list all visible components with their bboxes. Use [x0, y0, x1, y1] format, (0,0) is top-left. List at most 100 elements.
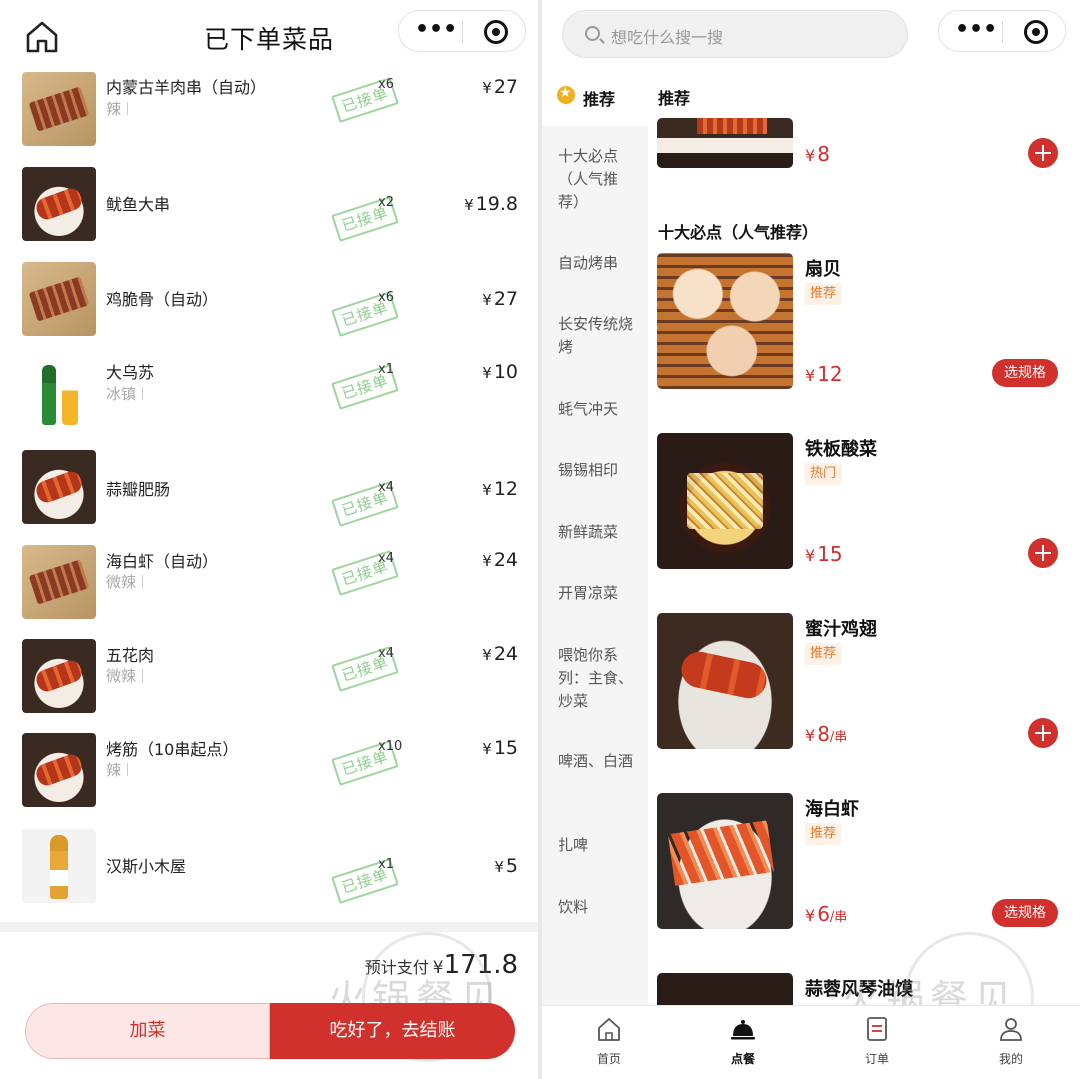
dish-tag: 推荐	[805, 283, 842, 305]
item-name: 鸡脆骨（自动）	[106, 290, 219, 309]
item-name: 烤筋（10串起点）	[106, 740, 239, 759]
item-qty: x10	[378, 739, 403, 754]
search-icon	[585, 26, 600, 41]
capsule-divider	[462, 21, 463, 43]
tab-home[interactable]: 首页	[542, 1006, 676, 1079]
search-input[interactable]: 想吃什么搜一搜	[562, 10, 908, 58]
item-name: 鱿鱼大串	[106, 195, 171, 214]
ordered-item: 内蒙古羊肉串（自动） 辣 已接单 x6 ¥27	[0, 70, 538, 162]
tab-mine[interactable]: 我的	[944, 1006, 1078, 1079]
ordered-item: 烤筋（10串起点） 辣 已接单 x10 ¥15	[0, 733, 538, 825]
category-item[interactable]: 喂饱你系列：主食、炒菜	[558, 644, 638, 713]
bottom-tab-bar: 首页 点餐 订单 我的	[542, 1005, 1080, 1079]
category-item[interactable]: 蚝气冲天	[558, 398, 638, 421]
ordered-item: 鱿鱼大串 已接单 x2 ¥19.8	[0, 165, 538, 257]
category-item[interactable]: 饮料	[558, 896, 638, 919]
category-item[interactable]: 锡锡相印	[558, 459, 638, 482]
tab-label: 首页	[596, 1052, 621, 1066]
more-icon[interactable]: •••	[955, 19, 997, 43]
select-spec-button[interactable]: 选规格	[992, 359, 1058, 387]
add-to-cart-button[interactable]	[1028, 538, 1058, 568]
tab-orders[interactable]: 订单	[810, 1006, 944, 1079]
section-title: 推荐	[658, 89, 691, 108]
category-item[interactable]: 开胃凉菜	[558, 582, 638, 605]
dish-image[interactable]	[657, 793, 793, 929]
ordered-item: 五花肉 微辣 已接单 x4 ¥24	[0, 639, 538, 731]
menu-screen: 想吃什么搜一搜 ••• 推荐 十大必点（人气推荐） 自动烤串 长安传统烧烤 蚝气…	[542, 0, 1080, 1079]
dish-price: ¥8	[805, 142, 830, 166]
item-qty: x6	[378, 77, 394, 92]
item-name: 五花肉	[106, 646, 155, 665]
user-icon	[1000, 1018, 1022, 1041]
item-name: 海白虾（自动）	[106, 552, 219, 571]
ordered-list: 内蒙古羊肉串（自动） 辣 已接单 x6 ¥27 鱿鱼大串 已接单 x2 ¥19.…	[0, 70, 538, 925]
dish-image[interactable]	[657, 433, 793, 569]
dish-tag: 推荐	[805, 643, 842, 665]
item-price: ¥24	[482, 549, 518, 571]
dish-thumbnail	[22, 357, 96, 431]
tab-label: 点餐	[730, 1052, 755, 1066]
dish-thumbnail	[22, 262, 96, 336]
item-price: ¥5	[494, 855, 518, 877]
close-target-icon[interactable]	[484, 20, 508, 44]
ordered-item: 海白虾（自动） 微辣 已接单 x4 ¥24	[0, 545, 538, 637]
add-to-cart-button[interactable]	[1028, 718, 1058, 748]
category-item[interactable]: 新鲜蔬菜	[558, 521, 638, 544]
item-name: 汉斯小木屋	[106, 857, 187, 876]
category-item[interactable]: 扎啤	[558, 834, 638, 857]
search-placeholder: 想吃什么搜一搜	[611, 28, 724, 47]
dish-name: 扇贝	[805, 259, 841, 280]
dish-image[interactable]	[657, 613, 793, 749]
add-dish-button[interactable]: 加菜	[25, 1003, 270, 1059]
dish-image[interactable]	[657, 973, 793, 1007]
dish-list: 推荐 ¥8 十大必点（人气推荐） 扇贝 推荐 ¥12 选规格 铁板酸菜 热门 ¥…	[648, 72, 1080, 1007]
dish-tag: 推荐	[805, 823, 842, 845]
dish-price: ¥6/串	[805, 902, 848, 926]
item-qty: x4	[378, 551, 394, 566]
header: 想吃什么搜一搜 •••	[542, 0, 1080, 72]
star-icon	[557, 85, 575, 104]
dish-name: 蜜汁鸡翅	[805, 619, 877, 640]
checkout-button[interactable]: 吃好了，去结账	[270, 1003, 515, 1059]
item-price: ¥15	[482, 737, 518, 759]
add-to-cart-button[interactable]	[1028, 138, 1058, 168]
dish-image	[657, 118, 793, 168]
item-qty: x6	[378, 290, 394, 305]
dish-thumbnail	[22, 545, 96, 619]
close-target-icon[interactable]	[1024, 20, 1048, 44]
item-option: 辣	[106, 98, 129, 119]
dish-image[interactable]	[657, 253, 793, 389]
ordered-item: 蒜瓣肥肠 已接单 x4 ¥12	[0, 450, 538, 542]
mini-program-capsule: •••	[938, 10, 1066, 52]
ordered-items-screen: 已下单菜品 ••• 内蒙古羊肉串（自动） 辣 已接单 x6 ¥27 鱿鱼大串 已…	[0, 0, 538, 1079]
category-item[interactable]: 啤酒、白酒	[558, 750, 638, 773]
item-option: 微辣	[106, 571, 144, 592]
dish-tag: 热门	[805, 463, 842, 485]
item-qty: x1	[378, 857, 394, 872]
item-price: ¥27	[482, 288, 518, 310]
dish-name: 海白虾	[805, 799, 859, 820]
header: 已下单菜品 •••	[0, 0, 538, 70]
dish-price: ¥12	[805, 362, 843, 386]
item-option: 辣	[106, 759, 129, 780]
dish-name: 铁板酸菜	[805, 439, 877, 460]
dish-thumbnail	[22, 450, 96, 524]
item-qty: x4	[378, 646, 394, 661]
item-qty: x1	[378, 362, 394, 377]
more-icon[interactable]: •••	[415, 19, 457, 43]
item-option: 微辣	[106, 665, 144, 686]
capsule-divider	[1002, 21, 1003, 43]
action-buttons: 加菜 吃好了，去结账	[25, 1003, 515, 1059]
category-item[interactable]: 自动烤串	[558, 252, 638, 275]
mini-program-capsule: •••	[398, 10, 526, 52]
select-spec-button[interactable]: 选规格	[992, 899, 1058, 927]
tab-order-food[interactable]: 点餐	[676, 1006, 810, 1079]
category-item[interactable]: 长安传统烧烤	[558, 313, 638, 359]
dish-thumbnail	[22, 639, 96, 713]
dish-price: ¥8/串	[805, 722, 848, 746]
footer-divider	[0, 922, 538, 932]
item-price: ¥24	[482, 643, 518, 665]
item-price: ¥27	[482, 76, 518, 98]
category-recommend[interactable]: 推荐	[542, 72, 648, 126]
category-item[interactable]: 十大必点（人气推荐）	[558, 145, 638, 214]
